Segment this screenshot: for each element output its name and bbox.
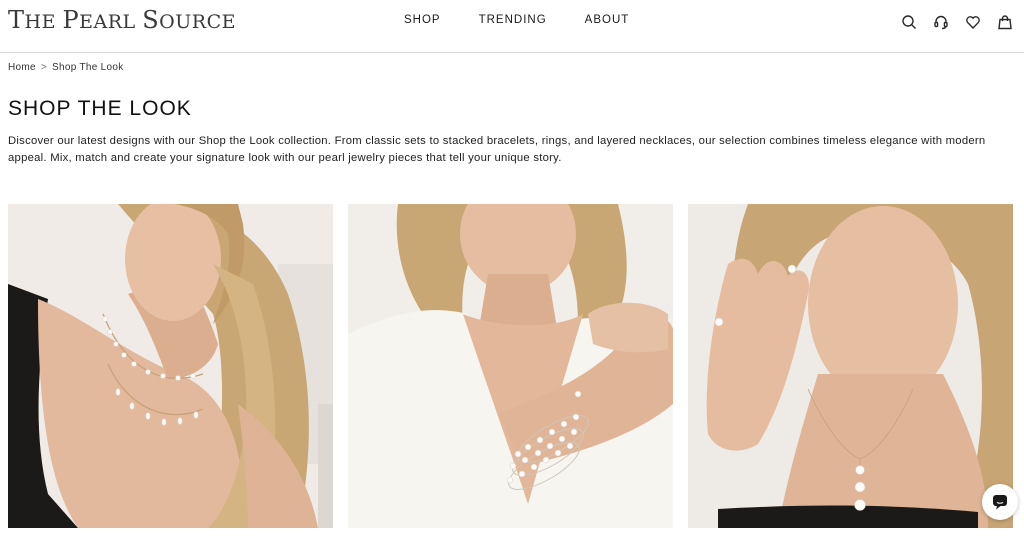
logo-letter: P <box>62 6 80 34</box>
header-icons <box>900 13 1014 31</box>
look-photo-pendant <box>688 204 1013 528</box>
chat-button[interactable] <box>982 484 1018 520</box>
bag-icon[interactable] <box>996 13 1014 31</box>
look-photo-necklace <box>8 204 333 528</box>
nav-shop[interactable]: SHOP <box>404 14 441 26</box>
breadcrumb-separator: > <box>40 62 48 73</box>
look-card-bracelets[interactable] <box>348 204 673 528</box>
site-header: THE PEARL SOURCE SHOP TRENDING ABOUT <box>0 0 1024 53</box>
site-logo[interactable]: THE PEARL SOURCE <box>8 6 236 34</box>
nav-about[interactable]: ABOUT <box>585 14 630 26</box>
heart-icon[interactable] <box>964 13 982 31</box>
breadcrumb: Home > Shop The Look <box>8 62 124 73</box>
page-title: SHOP THE LOOK <box>8 97 192 120</box>
chat-icon <box>993 495 1007 510</box>
headset-icon[interactable] <box>932 13 950 31</box>
logo-text: HE <box>24 11 63 33</box>
look-gallery <box>8 204 1013 528</box>
page-description: Discover our latest designs with our Sho… <box>8 135 986 164</box>
nav-trending[interactable]: TRENDING <box>479 14 547 26</box>
main-nav: SHOP TRENDING ABOUT <box>404 14 667 26</box>
logo-text: OURCE <box>159 11 236 33</box>
look-card-necklace[interactable] <box>8 204 333 528</box>
look-card-pendant[interactable] <box>688 204 1013 528</box>
logo-letter: T <box>8 6 25 34</box>
breadcrumb-home[interactable]: Home <box>8 62 36 73</box>
look-photo-bracelets <box>348 204 673 528</box>
logo-letter: S <box>142 6 160 34</box>
search-icon[interactable] <box>900 13 918 31</box>
logo-text: EARL <box>79 11 143 33</box>
breadcrumb-current: Shop The Look <box>52 62 124 73</box>
